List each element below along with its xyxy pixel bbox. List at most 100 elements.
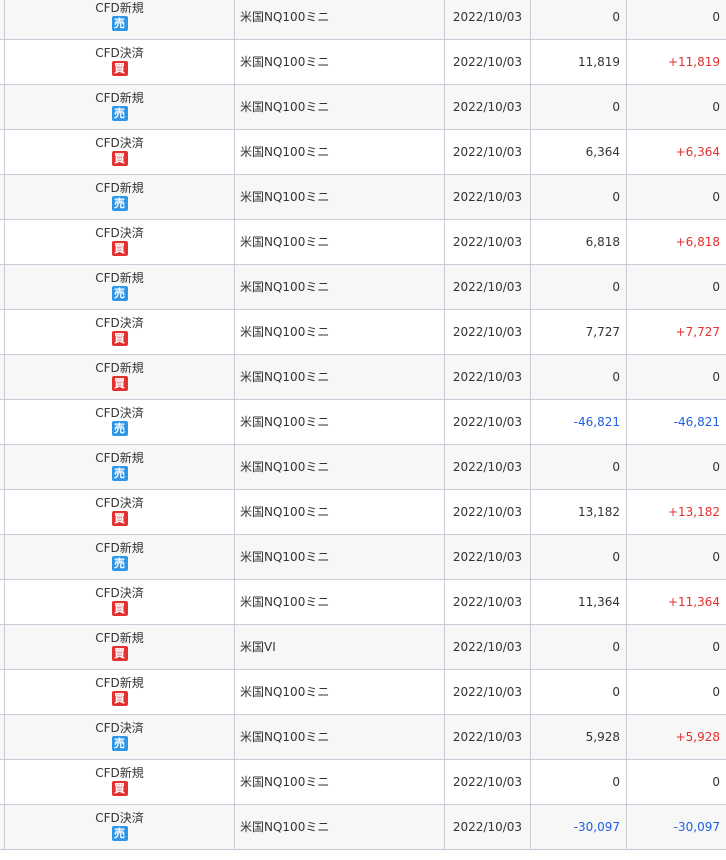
amount-value: 0 [612, 190, 620, 204]
table-row[interactable]: CFD新規売米国NQ100ミニ 2022/10/03 0 0 [0, 85, 726, 130]
amount-cell: 0 [531, 85, 627, 129]
date-cell: 2022/10/03 [445, 535, 531, 579]
trade-type-label: CFD新規 [95, 271, 144, 285]
amount-cell: 11,364 [531, 580, 627, 624]
trade-date: 2022/10/03 [452, 190, 523, 204]
trade-type-cell: CFD決済買 [5, 220, 235, 264]
date-cell: 2022/10/03 [445, 805, 531, 849]
table-row[interactable]: CFD決済買米国NQ100ミニ 2022/10/03 11,364 +11,364 [0, 580, 726, 625]
product-cell: 米国NQ100ミニ [235, 400, 445, 444]
date-cell: 2022/10/03 [445, 625, 531, 669]
product-cell: 米国NQ100ミニ [235, 0, 445, 39]
profit-value: 0 [712, 280, 720, 294]
product-name: 米国NQ100ミニ [240, 595, 330, 609]
trade-type-label: CFD新規 [95, 451, 144, 465]
sell-badge: 売 [111, 466, 128, 481]
amount-cell: 5,928 [531, 715, 627, 759]
profit-cell: 0 [627, 760, 726, 804]
product-cell: 米国NQ100ミニ [235, 535, 445, 579]
trade-date: 2022/10/03 [452, 460, 523, 474]
product-name: 米国NQ100ミニ [240, 280, 330, 294]
amount-value: 0 [612, 370, 620, 384]
trade-date: 2022/10/03 [452, 325, 523, 339]
buy-badge: 買 [111, 601, 128, 616]
profit-value: 0 [712, 460, 720, 474]
table-row[interactable]: CFD決済売米国NQ100ミニ 2022/10/03 -30,097 -30,097 [0, 805, 726, 850]
amount-cell: 0 [531, 355, 627, 399]
table-row[interactable]: CFD新規買米国NQ100ミニ 2022/10/03 0 0 [0, 355, 726, 400]
amount-value: 11,364 [578, 595, 620, 609]
amount-value: 6,364 [585, 145, 620, 159]
date-cell: 2022/10/03 [445, 760, 531, 804]
profit-cell: +7,727 [627, 310, 726, 354]
amount-value: 6,818 [585, 235, 620, 249]
table-row[interactable]: CFD新規買米国NQ100ミニ 2022/10/03 0 0 [0, 670, 726, 715]
table-row[interactable]: CFD決済買米国NQ100ミニ 2022/10/03 13,182 +13,182 [0, 490, 726, 535]
trade-type-label: CFD新規 [95, 1, 144, 15]
amount-cell: 0 [531, 625, 627, 669]
product-cell: 米国VI [235, 625, 445, 669]
product-cell: 米国NQ100ミニ [235, 355, 445, 399]
product-cell: 米国NQ100ミニ [235, 490, 445, 534]
table-row[interactable]: CFD決済売米国NQ100ミニ 2022/10/03 -46,821 -46,821 [0, 400, 726, 445]
profit-value: -46,821 [673, 415, 720, 429]
product-cell: 米国NQ100ミニ [235, 130, 445, 174]
trade-type-cell: CFD新規買 [5, 355, 235, 399]
trade-date: 2022/10/03 [452, 10, 523, 24]
trade-date: 2022/10/03 [452, 280, 523, 294]
trade-date: 2022/10/03 [452, 775, 523, 789]
table-row[interactable]: CFD決済買米国NQ100ミニ 2022/10/03 7,727 +7,727 [0, 310, 726, 355]
date-cell: 2022/10/03 [445, 445, 531, 489]
profit-value: +13,182 [667, 505, 720, 519]
trade-date: 2022/10/03 [452, 595, 523, 609]
table-row[interactable]: CFD決済買米国NQ100ミニ 2022/10/03 6,364 +6,364 [0, 130, 726, 175]
product-cell: 米国NQ100ミニ [235, 310, 445, 354]
date-cell: 2022/10/03 [445, 40, 531, 84]
table-row[interactable]: CFD決済買米国NQ100ミニ 2022/10/03 11,819 +11,819 [0, 40, 726, 85]
profit-value: +5,928 [675, 730, 720, 744]
table-row[interactable]: CFD新規売米国NQ100ミニ 2022/10/03 0 0 [0, 265, 726, 310]
trade-type-label: CFD決済 [95, 226, 144, 240]
sell-badge: 売 [111, 826, 128, 841]
table-row[interactable]: CFD新規売米国NQ100ミニ 2022/10/03 0 0 [0, 175, 726, 220]
product-cell: 米国NQ100ミニ [235, 760, 445, 804]
date-cell: 2022/10/03 [445, 175, 531, 219]
amount-value: 0 [612, 10, 620, 24]
profit-cell: 0 [627, 265, 726, 309]
amount-value: -46,821 [573, 415, 620, 429]
amount-cell: -46,821 [531, 400, 627, 444]
table-row[interactable]: CFD決済買米国NQ100ミニ 2022/10/03 6,818 +6,818 [0, 220, 726, 265]
sell-badge: 売 [111, 736, 128, 751]
amount-value: 0 [612, 460, 620, 474]
amount-cell: 0 [531, 670, 627, 714]
sell-badge: 売 [111, 421, 128, 436]
table-row[interactable]: CFD新規売米国NQ100ミニ 2022/10/03 0 0 [0, 445, 726, 490]
profit-cell: 0 [627, 355, 726, 399]
profit-value: 0 [712, 190, 720, 204]
trade-date: 2022/10/03 [452, 370, 523, 384]
table-row[interactable]: CFD決済売米国NQ100ミニ 2022/10/03 5,928 +5,928 [0, 715, 726, 760]
profit-cell: 0 [627, 535, 726, 579]
table-row[interactable]: CFD新規売米国NQ100ミニ 2022/10/03 0 0 [0, 0, 726, 40]
product-cell: 米国NQ100ミニ [235, 85, 445, 129]
profit-cell: 0 [627, 445, 726, 489]
profit-cell: 0 [627, 670, 726, 714]
product-name: 米国NQ100ミニ [240, 55, 330, 69]
table-row[interactable]: CFD新規買米国VI 2022/10/03 0 0 [0, 625, 726, 670]
date-cell: 2022/10/03 [445, 670, 531, 714]
table-row[interactable]: CFD新規買米国NQ100ミニ 2022/10/03 0 0 [0, 760, 726, 805]
trade-type-cell: CFD新規買 [5, 625, 235, 669]
buy-badge: 買 [111, 646, 128, 661]
product-name: 米国NQ100ミニ [240, 550, 330, 564]
profit-value: -30,097 [673, 820, 720, 834]
product-cell: 米国NQ100ミニ [235, 670, 445, 714]
trade-type-label: CFD決済 [95, 496, 144, 510]
trade-type-cell: CFD新規買 [5, 760, 235, 804]
product-cell: 米国NQ100ミニ [235, 40, 445, 84]
product-cell: 米国NQ100ミニ [235, 805, 445, 849]
trade-type-cell: CFD決済買 [5, 40, 235, 84]
product-name: 米国NQ100ミニ [240, 775, 330, 789]
table-row[interactable]: CFD新規売米国NQ100ミニ 2022/10/03 0 0 [0, 535, 726, 580]
trade-date: 2022/10/03 [452, 415, 523, 429]
product-cell: 米国NQ100ミニ [235, 220, 445, 264]
